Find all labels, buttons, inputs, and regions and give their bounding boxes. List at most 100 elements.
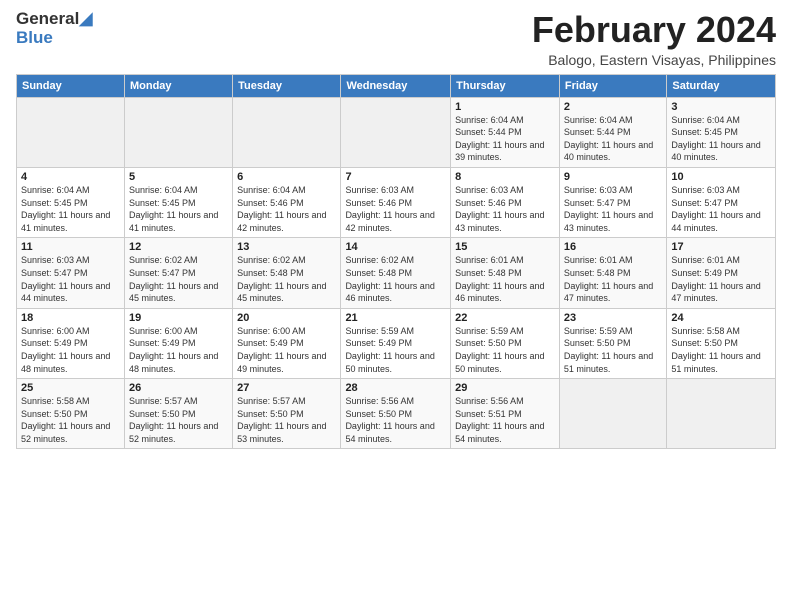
day-info: Sunrise: 6:03 AM Sunset: 5:47 PM Dayligh… [564,184,662,234]
day-cell [233,97,341,167]
week-row-1: 4Sunrise: 6:04 AM Sunset: 5:45 PM Daylig… [17,167,776,237]
day-cell: 22Sunrise: 5:59 AM Sunset: 5:50 PM Dayli… [451,308,560,378]
day-cell [17,97,125,167]
day-info: Sunrise: 6:03 AM Sunset: 5:46 PM Dayligh… [455,184,555,234]
day-number: 27 [237,382,336,394]
day-info: Sunrise: 6:04 AM Sunset: 5:44 PM Dayligh… [564,114,662,164]
day-info: Sunrise: 5:59 AM Sunset: 5:50 PM Dayligh… [455,325,555,375]
day-number: 15 [455,241,555,253]
day-cell: 28Sunrise: 5:56 AM Sunset: 5:50 PM Dayli… [341,379,451,449]
day-number: 28 [345,382,446,394]
day-cell: 12Sunrise: 6:02 AM Sunset: 5:47 PM Dayli… [124,238,232,308]
day-number: 25 [21,382,120,394]
day-info: Sunrise: 5:59 AM Sunset: 5:49 PM Dayligh… [345,325,446,375]
week-row-4: 25Sunrise: 5:58 AM Sunset: 5:50 PM Dayli… [17,379,776,449]
day-info: Sunrise: 6:00 AM Sunset: 5:49 PM Dayligh… [129,325,228,375]
day-info: Sunrise: 6:01 AM Sunset: 5:48 PM Dayligh… [455,254,555,304]
day-number: 8 [455,171,555,183]
day-cell: 26Sunrise: 5:57 AM Sunset: 5:50 PM Dayli… [124,379,232,449]
header-row: Sunday Monday Tuesday Wednesday Thursday… [17,74,776,97]
day-cell: 1Sunrise: 6:04 AM Sunset: 5:44 PM Daylig… [451,97,560,167]
col-wednesday: Wednesday [341,74,451,97]
week-row-0: 1Sunrise: 6:04 AM Sunset: 5:44 PM Daylig… [17,97,776,167]
logo: General◢ Blue [16,10,92,47]
day-number: 21 [345,312,446,324]
day-info: Sunrise: 6:04 AM Sunset: 5:46 PM Dayligh… [237,184,336,234]
header: General◢ Blue February 2024 Balogo, East… [16,10,776,68]
day-cell: 23Sunrise: 5:59 AM Sunset: 5:50 PM Dayli… [559,308,666,378]
day-cell: 19Sunrise: 6:00 AM Sunset: 5:49 PM Dayli… [124,308,232,378]
col-sunday: Sunday [17,74,125,97]
day-number: 5 [129,171,228,183]
week-row-3: 18 Sunrise: 6:00 AM Sunset: 5:49 PM Dayli… [17,308,776,378]
day-number: 1 [455,101,555,113]
day-cell: 8Sunrise: 6:03 AM Sunset: 5:46 PM Daylig… [451,167,560,237]
day-cell: 17Sunrise: 6:01 AM Sunset: 5:49 PM Dayli… [667,238,776,308]
day-cell [559,379,666,449]
day-cell: 15Sunrise: 6:01 AM Sunset: 5:48 PM Dayli… [451,238,560,308]
day-cell: 7Sunrise: 6:03 AM Sunset: 5:46 PM Daylig… [341,167,451,237]
day-cell: 13Sunrise: 6:02 AM Sunset: 5:48 PM Dayli… [233,238,341,308]
day-cell: 3Sunrise: 6:04 AM Sunset: 5:45 PM Daylig… [667,97,776,167]
day-number: 20 [237,312,336,324]
day-info: Sunrise: 5:57 AM Sunset: 5:50 PM Dayligh… [129,395,228,445]
day-info: Sunrise: 5:57 AM Sunset: 5:50 PM Dayligh… [237,395,336,445]
day-info: Sunrise: 5:58 AM Sunset: 5:50 PM Dayligh… [671,325,771,375]
day-number: 14 [345,241,446,253]
day-cell: 20Sunrise: 6:00 AM Sunset: 5:49 PM Dayli… [233,308,341,378]
day-cell [667,379,776,449]
day-cell: 18Sunrise: 6:00 AM Sunset: 5:49 PM Dayli… [17,308,125,378]
day-cell: 29Sunrise: 5:56 AM Sunset: 5:51 PM Dayli… [451,379,560,449]
day-info: Sunrise: 6:02 AM Sunset: 5:48 PM Dayligh… [237,254,336,304]
day-number: 13 [237,241,336,253]
day-info: Sunrise: 6:04 AM Sunset: 5:45 PM Dayligh… [129,184,228,234]
day-number: 24 [671,312,771,324]
day-number: 10 [671,171,771,183]
day-number: 22 [455,312,555,324]
day-cell: 16Sunrise: 6:01 AM Sunset: 5:48 PM Dayli… [559,238,666,308]
day-number: 17 [671,241,771,253]
day-cell: 24Sunrise: 5:58 AM Sunset: 5:50 PM Dayli… [667,308,776,378]
day-number: 3 [671,101,771,113]
day-number: 16 [564,241,662,253]
day-cell: 2Sunrise: 6:04 AM Sunset: 5:44 PM Daylig… [559,97,666,167]
day-info: Sunrise: 6:01 AM Sunset: 5:48 PM Dayligh… [564,254,662,304]
day-info: Sunrise: 6:00 AM Sunset: 5:49 PM Dayligh… [237,325,336,375]
col-monday: Monday [124,74,232,97]
day-number: 23 [564,312,662,324]
calendar-body: 1Sunrise: 6:04 AM Sunset: 5:44 PM Daylig… [17,97,776,449]
title-area: February 2024 Balogo, Eastern Visayas, P… [532,10,776,68]
day-number: 4 [21,171,120,183]
day-number: 18 [21,312,120,324]
day-cell: 11Sunrise: 6:03 AM Sunset: 5:47 PM Dayli… [17,238,125,308]
col-thursday: Thursday [451,74,560,97]
day-info: Sunrise: 6:04 AM Sunset: 5:45 PM Dayligh… [21,184,120,234]
day-info: Sunrise: 6:04 AM Sunset: 5:44 PM Dayligh… [455,114,555,164]
day-cell: 9Sunrise: 6:03 AM Sunset: 5:47 PM Daylig… [559,167,666,237]
day-info: Sunrise: 6:04 AM Sunset: 5:45 PM Dayligh… [671,114,771,164]
day-info: Sunrise: 5:58 AM Sunset: 5:50 PM Dayligh… [21,395,120,445]
day-cell: 5Sunrise: 6:04 AM Sunset: 5:45 PM Daylig… [124,167,232,237]
day-cell: 6Sunrise: 6:04 AM Sunset: 5:46 PM Daylig… [233,167,341,237]
calendar-header: Sunday Monday Tuesday Wednesday Thursday… [17,74,776,97]
col-friday: Friday [559,74,666,97]
day-cell: 10Sunrise: 6:03 AM Sunset: 5:47 PM Dayli… [667,167,776,237]
page: General◢ Blue February 2024 Balogo, East… [0,0,792,459]
day-number: 29 [455,382,555,394]
day-cell: 4Sunrise: 6:04 AM Sunset: 5:45 PM Daylig… [17,167,125,237]
day-info: Sunrise: 5:59 AM Sunset: 5:50 PM Dayligh… [564,325,662,375]
day-info: Sunrise: 6:03 AM Sunset: 5:47 PM Dayligh… [21,254,120,304]
subtitle: Balogo, Eastern Visayas, Philippines [532,52,776,68]
day-cell: 21Sunrise: 5:59 AM Sunset: 5:49 PM Dayli… [341,308,451,378]
day-number: 19 [129,312,228,324]
day-number: 6 [237,171,336,183]
day-number: 26 [129,382,228,394]
day-info: Sunrise: 5:56 AM Sunset: 5:50 PM Dayligh… [345,395,446,445]
main-title: February 2024 [532,10,776,50]
day-info: Sunrise: 6:01 AM Sunset: 5:49 PM Dayligh… [671,254,771,304]
day-number: 7 [345,171,446,183]
day-cell [341,97,451,167]
day-number: 11 [21,241,120,253]
day-cell: 25Sunrise: 5:58 AM Sunset: 5:50 PM Dayli… [17,379,125,449]
day-number: 9 [564,171,662,183]
